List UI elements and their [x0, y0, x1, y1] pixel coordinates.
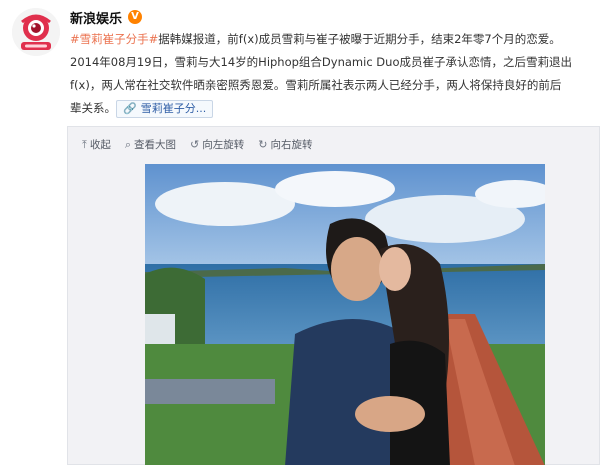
hashtag-link[interactable]: #雪莉崔子分手#: [70, 32, 158, 46]
post-line-4: 辈关系。 🔗 雪莉崔子分...: [70, 97, 598, 120]
post-body: #雪莉崔子分手#据韩媒报道，前f(x)成员雪莉与崔子被曝于近期分手，结束2年零7…: [70, 28, 598, 120]
sina-eye-logo-icon: [12, 8, 60, 56]
view-large-button[interactable]: ⌕ 查看大图: [125, 137, 176, 152]
media-toolbar: ⤒ 收起 ⌕ 查看大图 ↺ 向左旋转 ↻ 向右旋转: [82, 137, 312, 152]
collapse-arrow-icon: ⤒: [82, 137, 87, 151]
couple-photo-image: [145, 164, 545, 465]
topic-tag-label: 雪莉崔子分...: [140, 101, 207, 115]
topic-tag-link[interactable]: 🔗 雪莉崔子分...: [116, 99, 214, 118]
account-name-row: 新浪娱乐 V: [70, 6, 143, 28]
rotate-left-label: 向左旋转: [202, 139, 245, 151]
collapse-button[interactable]: ⤒ 收起: [82, 137, 111, 152]
view-large-label: 查看大图: [134, 139, 177, 151]
rotate-left-button[interactable]: ↺ 向左旋转: [190, 137, 244, 152]
verified-badge-icon: V: [128, 10, 143, 24]
rotate-right-label: 向右旋转: [270, 139, 313, 151]
media-panel: ⤒ 收起 ⌕ 查看大图 ↺ 向左旋转 ↻ 向右旋转: [67, 126, 600, 465]
account-name[interactable]: 新浪娱乐: [70, 8, 122, 27]
rotate-right-icon: ↻: [258, 138, 268, 151]
rotate-left-icon: ↺: [190, 138, 200, 151]
account-avatar[interactable]: [12, 8, 60, 56]
post-line-3: f(x)，两人常在社交软件晒亲密照秀恩爱。雪莉所属社表示两人已经分手，两人将保持…: [70, 78, 562, 92]
link-icon: 🔗: [123, 101, 137, 115]
collapse-label: 收起: [89, 139, 111, 151]
weibo-post: 新浪娱乐 V #雪莉崔子分手#据韩媒报道，前f(x)成员雪莉与崔子被曝于近期分手…: [0, 0, 600, 465]
post-text-1: 据韩媒报道，前f(x)成员雪莉与崔子被曝于近期分手，结束2年零7个月的恋爱。: [158, 32, 561, 46]
rotate-right-button[interactable]: ↻ 向右旋转: [258, 137, 312, 152]
search-icon: ⌕: [124, 137, 132, 151]
post-text-4: 辈关系。: [70, 101, 116, 115]
post-line-2: 2014年08月19日，雪莉与大14岁的Hiphop组合Dynamic Duo成…: [70, 55, 572, 69]
post-photo[interactable]: [145, 164, 545, 465]
post-line-1: #雪莉崔子分手#据韩媒报道，前f(x)成员雪莉与崔子被曝于近期分手，结束2年零7…: [70, 28, 598, 51]
